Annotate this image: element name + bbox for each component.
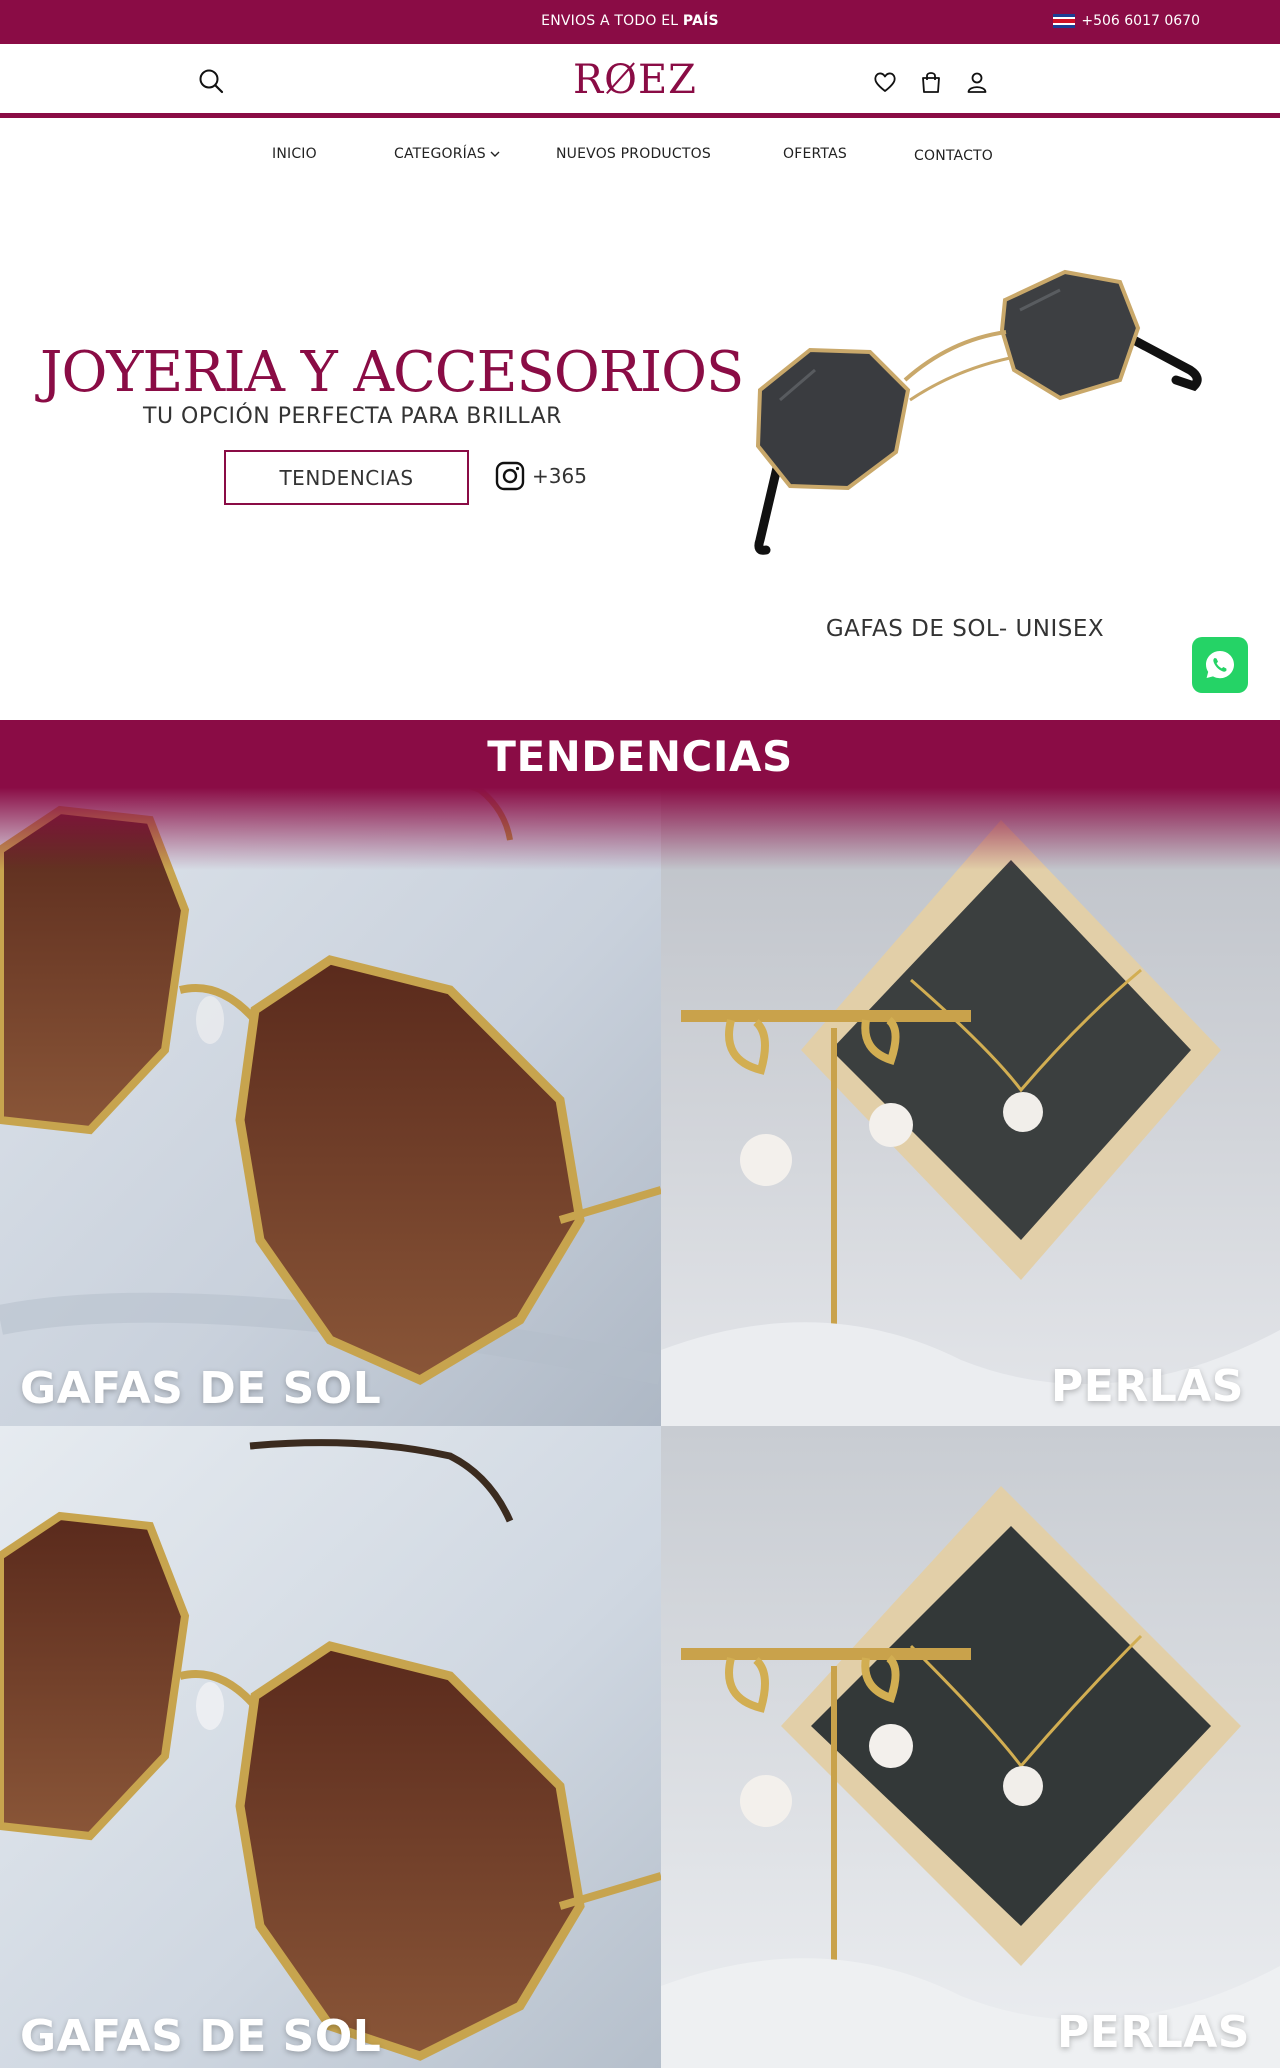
costa-rica-flag-icon xyxy=(1053,14,1076,28)
tile-label: PERLAS xyxy=(1051,1361,1244,1412)
nav-item-nuevos-productos[interactable]: NUEVOS PRODUCTOS xyxy=(556,146,711,162)
site-logo[interactable]: RØEZ xyxy=(560,56,710,104)
chevron-down-icon xyxy=(490,151,500,157)
tile-label: PERLAS xyxy=(1057,2007,1250,2058)
nav-item-contacto[interactable]: CONTACTO xyxy=(914,148,993,164)
nav-label: OFERTAS xyxy=(783,146,847,162)
main-navigation: INICIO CATEGORÍAS NUEVOS PRODUCTOS OFERT… xyxy=(0,140,1280,170)
tile-label: GAFAS DE SOL xyxy=(20,2011,382,2062)
whatsapp-button[interactable] xyxy=(1192,637,1248,693)
heart-icon[interactable] xyxy=(872,69,898,95)
shopping-bag-icon[interactable] xyxy=(918,69,944,95)
site-header: RØEZ xyxy=(0,44,1280,118)
nav-item-inicio[interactable]: INICIO xyxy=(272,146,317,162)
search-icon[interactable] xyxy=(196,66,226,96)
nav-item-ofertas[interactable]: OFERTAS xyxy=(783,146,847,162)
instagram-count: +365 xyxy=(532,464,587,488)
phone-contact[interactable]: +506 6017 0670 xyxy=(1053,13,1200,29)
whatsapp-icon xyxy=(1206,651,1234,679)
user-account-icon[interactable] xyxy=(964,69,990,95)
hero-sunglasses-image[interactable] xyxy=(720,240,1210,570)
nav-label: INICIO xyxy=(272,146,317,162)
pearls-photo xyxy=(661,1426,1280,2068)
hero-product-caption: GAFAS DE SOL- UNISEX xyxy=(825,616,1105,642)
tendencias-button[interactable]: TENDENCIAS xyxy=(224,450,469,505)
sunglasses-photo xyxy=(0,1426,661,2068)
hero-title: JOYERIA Y ACCESORIOS xyxy=(40,340,744,405)
hero-subtitle: TU OPCIÓN PERFECTA PARA BRILLAR xyxy=(143,404,562,429)
phone-number: +506 6017 0670 xyxy=(1081,13,1200,29)
nav-item-categorias[interactable]: CATEGORÍAS xyxy=(394,146,500,162)
category-tile-gafas-de-sol[interactable]: GAFAS DE SOL xyxy=(0,1426,661,2068)
tendencias-section: TENDENCIAS GAFAS DE SOL PERLAS GAFAS DE … xyxy=(0,720,1280,2068)
tendencias-title: TENDENCIAS xyxy=(487,732,793,781)
instagram-link[interactable]: +365 xyxy=(494,460,587,492)
instagram-icon xyxy=(495,461,525,491)
nav-label: CONTACTO xyxy=(914,148,994,164)
nav-label: NUEVOS PRODUCTOS xyxy=(556,146,711,162)
announcement-bold-text: PAÍS xyxy=(682,13,719,29)
announcement-text: ENVIOS A TODO EL xyxy=(541,13,683,29)
announcement-bar: ENVIOS A TODO EL PAÍS +506 6017 0670 xyxy=(0,0,1280,44)
nav-label: CATEGORÍAS xyxy=(394,146,486,162)
category-tile-perlas[interactable]: PERLAS xyxy=(661,1426,1280,2068)
tile-label: GAFAS DE SOL xyxy=(20,1363,382,1414)
